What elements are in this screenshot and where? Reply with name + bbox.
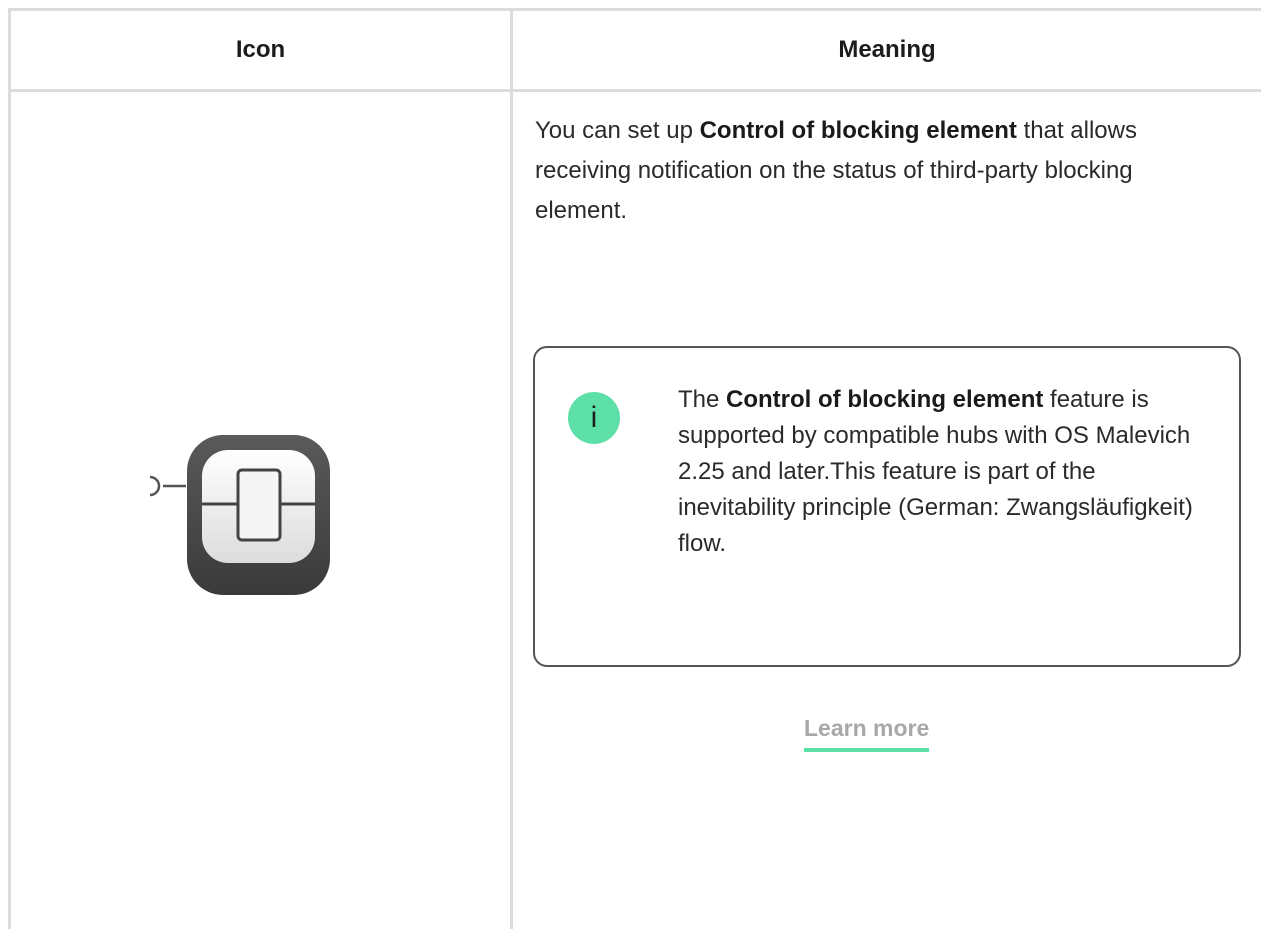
header-meaning: Meaning [838,36,936,63]
note-bold-term: Control of blocking element [726,386,1044,413]
info-icon: i [568,392,620,444]
description-bold-term: Control of blocking element [699,117,1017,144]
header-icon: Icon [235,36,286,63]
table-column-divider [510,8,513,929]
table-header-divider [8,89,1261,92]
table-left-border [8,8,11,929]
control-of-blocking-element-icon [149,434,332,596]
learn-more-link[interactable]: Learn more [804,714,930,752]
row-description: You can set up Control of blocking eleme… [535,111,1225,231]
feature-table: Icon Meaning You can set up Control of b… [0,0,1261,929]
note-text: The [678,386,727,413]
info-note-text: The Control of blocking element feature … [678,382,1218,562]
description-text: You can set up [535,117,700,144]
